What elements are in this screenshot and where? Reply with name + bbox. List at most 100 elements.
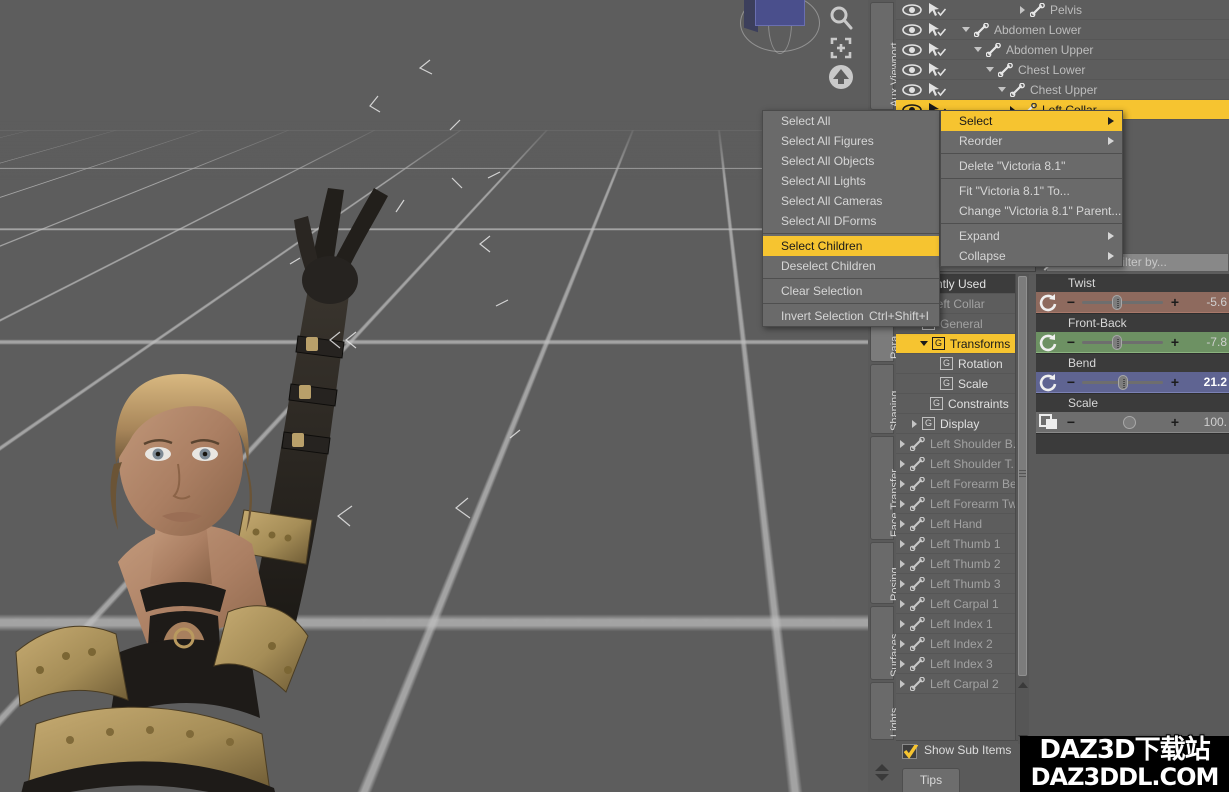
expand-arrow-icon[interactable]: [900, 620, 905, 628]
menu-item-deselect-children[interactable]: Deselect Children: [763, 256, 939, 276]
menu-item-select-all-dforms[interactable]: Select All DForms: [763, 211, 939, 231]
menu-item-fit-to[interactable]: Fit "Victoria 8.1" To...: [941, 181, 1122, 201]
expand-arrow-icon[interactable]: [1020, 6, 1025, 14]
param-group-row[interactable]: Left Index 1: [896, 614, 1018, 634]
visibility-eye-icon[interactable]: [902, 83, 922, 97]
collapse-arrow-icon[interactable]: [986, 67, 994, 72]
param-group-row-selected[interactable]: G Transforms: [896, 334, 1018, 354]
param-group-row[interactable]: G Rotation: [896, 354, 1018, 374]
expand-arrow-icon[interactable]: [900, 600, 905, 608]
param-group-row[interactable]: Left Forearm Twist: [896, 494, 1018, 514]
param-group-row[interactable]: Left Thumb 2: [896, 554, 1018, 574]
scroll-up-arrow-icon[interactable]: [1018, 682, 1028, 688]
param-group-row[interactable]: G Scale: [896, 374, 1018, 394]
increment-button[interactable]: +: [1167, 415, 1183, 429]
collapse-arrow-icon[interactable]: [962, 27, 970, 32]
decrement-button[interactable]: −: [1064, 375, 1078, 389]
param-group-row[interactable]: Left Forearm Bend: [896, 474, 1018, 494]
home-icon[interactable]: [826, 62, 856, 92]
selectable-pointer-icon[interactable]: [927, 2, 947, 18]
menu-item-select-all-cameras[interactable]: Select All Cameras: [763, 191, 939, 211]
tab-face-transfer[interactable]: Face Transfer: [870, 436, 894, 540]
scene-tree-row[interactable]: Abdomen Upper: [896, 40, 1229, 60]
parameter-group-tree[interactable]: Currently Used Left Collar G General G: [896, 274, 1018, 744]
tab-shaping[interactable]: Shaping: [870, 364, 894, 434]
scene-tree-row[interactable]: Abdomen Lower: [896, 20, 1229, 40]
parameter-row[interactable]: Front-Back − + -7.8: [1036, 314, 1229, 354]
parameter-row[interactable]: Bend − + 21.2: [1036, 354, 1229, 394]
menu-item-select-all-objects[interactable]: Select All Objects: [763, 151, 939, 171]
parameter-row[interactable]: Scale − + 100.: [1036, 394, 1229, 434]
viewport-3d[interactable]: Front: [0, 0, 868, 792]
scene-tree-row[interactable]: Pelvis: [896, 0, 1229, 20]
param-group-row[interactable]: G Display: [896, 414, 1018, 434]
parameter-sliders[interactable]: Twist − + -5.6 F: [1036, 274, 1229, 454]
menu-item-expand[interactable]: Expand: [941, 226, 1122, 246]
tab-surfaces[interactable]: Surfaces: [870, 606, 894, 680]
parameter-slider[interactable]: − + -7.8: [1036, 332, 1229, 353]
menu-item-invert-selection[interactable]: Invert Selection Ctrl+Shift+I: [763, 306, 939, 326]
slider-knob[interactable]: [1123, 416, 1136, 429]
slider-track[interactable]: [1078, 292, 1167, 313]
expand-arrow-icon[interactable]: [912, 420, 917, 428]
menu-item-reorder[interactable]: Reorder: [941, 131, 1122, 151]
param-group-row[interactable]: Left Carpal 1: [896, 594, 1018, 614]
parameter-value[interactable]: -5.6: [1183, 295, 1229, 309]
view-cube-front-face[interactable]: Front: [755, 0, 805, 26]
character-figure[interactable]: [0, 92, 600, 792]
increment-button[interactable]: +: [1167, 375, 1183, 389]
param-group-row[interactable]: G Constraints: [896, 394, 1018, 414]
view-cube[interactable]: Front: [740, 0, 822, 54]
visibility-eye-icon[interactable]: [902, 23, 922, 37]
tabstrip-scroll-arrows[interactable]: [873, 764, 891, 786]
menu-item-select-all-figures[interactable]: Select All Figures: [763, 131, 939, 151]
param-group-row[interactable]: Left Thumb 1: [896, 534, 1018, 554]
show-sub-items-checkbox[interactable]: [902, 744, 917, 759]
scene-context-menu[interactable]: Select Reorder Delete "Victoria 8.1" Fit…: [940, 110, 1123, 267]
visibility-eye-icon[interactable]: [902, 3, 922, 17]
decrement-button[interactable]: −: [1064, 415, 1078, 429]
visibility-eye-icon[interactable]: [902, 63, 922, 77]
parameter-slider[interactable]: − + 21.2: [1036, 372, 1229, 393]
expand-arrow-icon[interactable]: [900, 520, 905, 528]
param-group-row[interactable]: Left Hand: [896, 514, 1018, 534]
parameter-slider[interactable]: − + -5.6: [1036, 292, 1229, 313]
expand-arrow-icon[interactable]: [900, 460, 905, 468]
visibility-eye-icon[interactable]: [902, 43, 922, 57]
expand-arrow-icon[interactable]: [900, 680, 905, 688]
menu-item-collapse[interactable]: Collapse: [941, 246, 1122, 266]
param-group-row[interactable]: Left Carpal 2: [896, 674, 1018, 694]
expand-arrow-icon[interactable]: [900, 540, 905, 548]
collapse-arrow-icon[interactable]: [920, 341, 928, 346]
selectable-pointer-icon[interactable]: [927, 62, 947, 78]
parameter-slider[interactable]: − + 100.: [1036, 412, 1229, 433]
menu-item-clear-selection[interactable]: Clear Selection: [763, 281, 939, 301]
expand-arrow-icon[interactable]: [900, 660, 905, 668]
scene-tree-row[interactable]: Chest Lower: [896, 60, 1229, 80]
zoom-icon[interactable]: [826, 3, 856, 33]
decrement-button[interactable]: −: [1064, 295, 1078, 309]
selectable-pointer-icon[interactable]: [927, 22, 947, 38]
slider-knob[interactable]: [1112, 295, 1122, 310]
param-group-row[interactable]: Left Shoulder T...: [896, 454, 1018, 474]
slider-track[interactable]: [1078, 372, 1167, 393]
parameter-value[interactable]: -7.8: [1183, 335, 1229, 349]
menu-item-delete-figure[interactable]: Delete "Victoria 8.1": [941, 156, 1122, 176]
selectable-pointer-icon[interactable]: [927, 82, 947, 98]
menu-item-select-children[interactable]: Select Children: [763, 236, 939, 256]
scene-tree-row[interactable]: Chest Upper: [896, 80, 1229, 100]
param-group-row[interactable]: Left Shoulder B...: [896, 434, 1018, 454]
tab-aux-viewport[interactable]: Aux Viewport: [870, 2, 894, 110]
expand-arrow-icon[interactable]: [900, 580, 905, 588]
expand-arrow-icon[interactable]: [900, 560, 905, 568]
slider-track[interactable]: [1078, 412, 1167, 433]
slider-knob[interactable]: [1112, 335, 1122, 350]
expand-arrow-icon[interactable]: [900, 440, 905, 448]
tab-posing[interactable]: Posing: [870, 542, 894, 604]
param-group-row[interactable]: Left Index 3: [896, 654, 1018, 674]
slider-track[interactable]: [1078, 332, 1167, 353]
menu-item-select-all[interactable]: Select All: [763, 111, 939, 131]
parameters-scrollbar[interactable]: [1015, 274, 1029, 744]
show-sub-items-row[interactable]: Show Sub Items: [896, 740, 1018, 762]
parameter-value[interactable]: 100.: [1183, 415, 1229, 429]
